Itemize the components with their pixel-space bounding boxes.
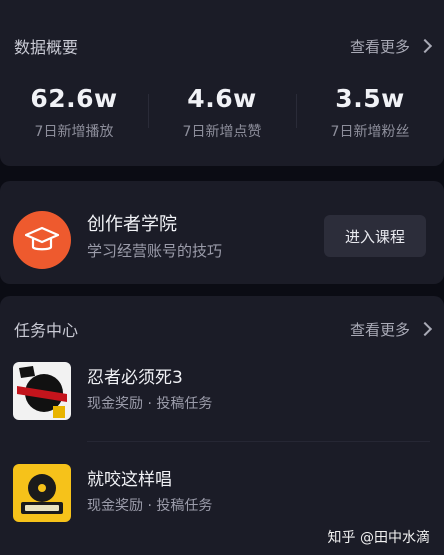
data-overview-header: 数据概要 查看更多 — [14, 34, 433, 58]
creator-academy-card[interactable]: 创作者学院 学习经营账号的技巧 进入课程 — [0, 181, 444, 284]
course-subtitle: 学习经营账号的技巧 — [87, 242, 223, 260]
task-center-title: 任务中心 — [14, 321, 79, 340]
stats-row: 62.6w 7日新增播放 4.6w 7日新增点赞 3.5w 7日新增粉丝 — [0, 84, 444, 141]
enter-course-button[interactable]: 进入课程 — [324, 215, 426, 257]
divider — [87, 441, 430, 442]
task-subtitle: 现金奖励 · 投稿任务 — [87, 498, 213, 514]
music-event-thumbnail-icon — [13, 464, 71, 522]
stat-value: 62.6w — [30, 84, 118, 113]
stat-value: 4.6w — [187, 84, 257, 113]
stat-likes[interactable]: 4.6w 7日新增点赞 — [148, 84, 296, 141]
task-subtitle: 现金奖励 · 投稿任务 — [87, 396, 213, 412]
task-title: 就咬这样唱 — [87, 470, 172, 490]
graduation-cap-icon — [13, 211, 71, 269]
stat-label: 7日新增播放 — [34, 124, 114, 140]
stat-label: 7日新增点赞 — [182, 124, 262, 140]
stat-value: 3.5w — [335, 84, 405, 113]
task-center-card: 任务中心 查看更多 忍者必须死3 现金奖励 · 投稿任务 就咬这样唱 现金奖励 … — [0, 296, 444, 555]
stat-plays[interactable]: 62.6w 7日新增播放 — [0, 84, 148, 141]
more-label: 查看更多 — [349, 320, 410, 339]
task-center-header: 任务中心 查看更多 — [14, 317, 433, 341]
ninja-game-thumbnail-icon — [13, 362, 71, 420]
data-overview-more-link[interactable]: 查看更多 — [349, 36, 433, 57]
course-title: 创作者学院 — [87, 214, 177, 235]
task-item[interactable]: 就咬这样唱 现金奖励 · 投稿任务 — [0, 456, 444, 528]
task-center-more-link[interactable]: 查看更多 — [349, 319, 433, 340]
stat-label: 7日新增粉丝 — [330, 124, 410, 140]
chevron-right-icon — [417, 38, 433, 54]
watermark-text: 知乎 @田中水滴 — [327, 530, 430, 546]
more-label: 查看更多 — [349, 37, 410, 56]
stat-followers[interactable]: 3.5w 7日新增粉丝 — [296, 84, 444, 141]
data-overview-card: 数据概要 查看更多 62.6w 7日新增播放 4.6w 7日新增点赞 3.5w … — [0, 0, 444, 166]
chevron-right-icon — [417, 321, 433, 337]
task-title: 忍者必须死3 — [87, 368, 183, 388]
data-overview-title: 数据概要 — [14, 38, 79, 57]
task-item[interactable]: 忍者必须死3 现金奖励 · 投稿任务 — [0, 354, 444, 426]
